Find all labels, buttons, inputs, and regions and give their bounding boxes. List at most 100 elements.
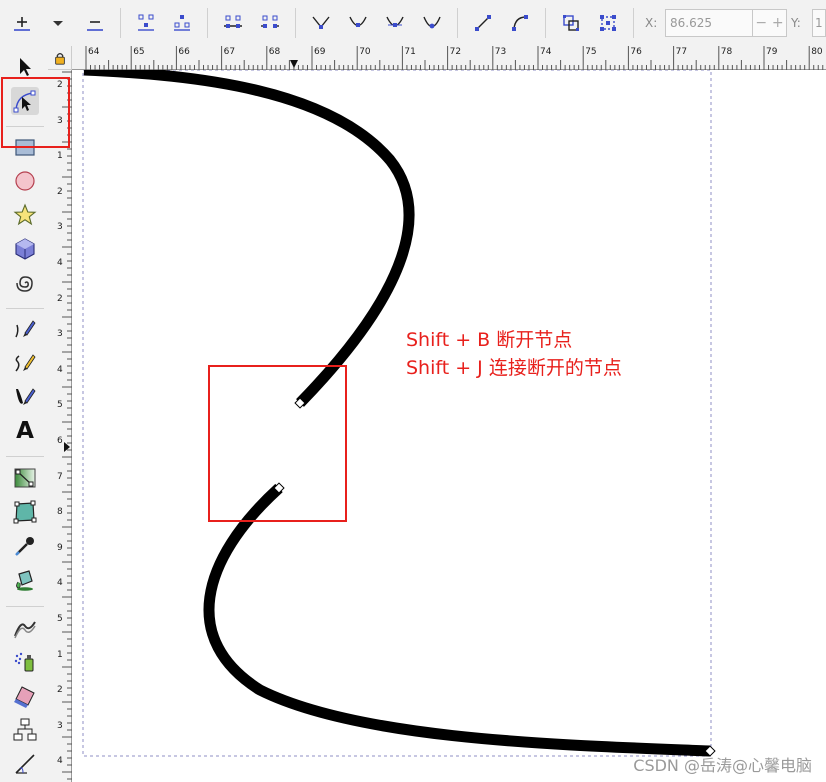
smooth-node-button[interactable] [345, 9, 371, 37]
break-path-button[interactable] [169, 9, 195, 37]
paint-bucket-tool[interactable] [11, 566, 39, 594]
pencil-icon [15, 354, 36, 372]
ruler-label: 1 [57, 649, 63, 660]
gradient-tool[interactable] [11, 464, 39, 492]
eraser-tool[interactable] [11, 682, 39, 710]
object-to-path-button[interactable] [558, 9, 584, 37]
join-nodes-icon [138, 14, 154, 31]
horizontal-ruler[interactable]: 64 65 66 67 68 69 70 71 72 73 74 75 76 77 78 79 80 [72, 46, 826, 70]
auto-smooth-node-button[interactable] [419, 9, 445, 37]
ruler-label: 3 [57, 720, 63, 731]
curve-segment-icon [512, 15, 528, 31]
ruler-label: 3 [57, 329, 63, 340]
arrow-cursor-icon [20, 58, 31, 76]
chevron-down-icon [53, 21, 63, 26]
star-tool[interactable] [11, 201, 39, 229]
ruler-label: 5 [57, 400, 63, 411]
upper-path-segment[interactable] [83, 70, 415, 407]
symmetric-node-button[interactable] [382, 9, 408, 37]
ruler-label: 7 [57, 471, 63, 482]
ruler-label: 66 [178, 47, 190, 57]
ruler-label: 67 [223, 47, 236, 57]
measure-tool[interactable] [11, 750, 39, 778]
ruler-label: 68 [268, 47, 281, 57]
watermark: CSDN @岳涛@心馨电脑 [633, 756, 812, 775]
insert-node-icon [14, 17, 30, 31]
3d-box-tool[interactable] [11, 235, 39, 263]
cusp-node-button[interactable] [308, 9, 334, 37]
ruler-label: 64 [88, 47, 100, 57]
delete-segment-icon [261, 15, 279, 28]
dropper-tool[interactable] [11, 532, 39, 560]
ruler-label: 4 [57, 258, 63, 268]
spiral-tool[interactable] [11, 269, 39, 297]
node-toolbar: X: − + Y: [0, 0, 826, 47]
insert-dropdown-button[interactable] [45, 9, 71, 37]
ruler-label: 74 [540, 47, 552, 57]
line-segment-icon [475, 15, 491, 31]
eraser-icon [14, 686, 35, 708]
y-coordinate-label: Y: [791, 16, 801, 30]
star-icon [13, 203, 37, 226]
connector-icon [13, 718, 37, 741]
measure-icon [15, 754, 35, 774]
ruler-label: 2 [57, 186, 63, 197]
segment-to-curve-button[interactable] [507, 9, 533, 37]
ruler-label: 73 [494, 47, 507, 57]
tweak-tool[interactable] [11, 614, 39, 642]
ellipse-tool[interactable] [11, 167, 39, 195]
drawing-canvas[interactable] [72, 70, 826, 782]
object-to-path-icon [563, 15, 579, 31]
3d-box-icon [15, 238, 35, 260]
vertical-ruler[interactable]: 23123423456789451234 [48, 70, 72, 782]
text-tool[interactable]: A [11, 417, 39, 445]
segment-to-line-button[interactable] [470, 9, 496, 37]
pencil-tool[interactable] [11, 349, 39, 377]
canvas-drawing [82, 70, 716, 757]
dropper-icon [15, 537, 34, 556]
delete-segment-button[interactable] [257, 9, 283, 37]
calligraphy-icon [16, 388, 36, 405]
calligraphy-tool[interactable] [11, 383, 39, 411]
delete-node-icon [87, 21, 103, 31]
symmetric-node-icon [386, 16, 404, 27]
break-path-icon [174, 15, 190, 31]
auto-smooth-node-icon [423, 16, 441, 29]
insert-node-button[interactable] [9, 9, 35, 37]
ruler-label: 3 [57, 222, 63, 233]
stroke-to-path-icon [600, 15, 616, 31]
toolbox: A [0, 46, 49, 782]
ruler-label: 77 [675, 47, 688, 57]
ruler-label: 1 [57, 151, 63, 162]
join-segment-button[interactable] [220, 9, 246, 37]
x-increment-button[interactable]: + [772, 15, 784, 31]
ruler-label: 72 [449, 47, 462, 57]
x-decrement-button[interactable]: − [755, 15, 767, 31]
ruler-label: 65 [133, 47, 145, 57]
ruler-label: 75 [585, 47, 597, 57]
ruler-label: 9 [57, 542, 63, 553]
ruler-label: 70 [359, 47, 371, 57]
x-coordinate-input[interactable] [665, 9, 753, 37]
spray-icon [14, 652, 34, 672]
annotation-line-1: Shift + B 断开节点 [406, 329, 573, 351]
break-point-highlight [208, 365, 347, 522]
ruler-label: 69 [314, 47, 326, 57]
guide-lock-button[interactable] [48, 46, 72, 70]
connector-tool[interactable] [11, 716, 39, 744]
annotation-line-2: Shift + J 连接断开的节点 [406, 357, 622, 379]
paint-bucket-icon [16, 570, 33, 591]
x-spin-buttons[interactable]: − + [753, 9, 787, 37]
lower-path-segment[interactable] [203, 483, 711, 757]
join-segment-icon [224, 15, 242, 28]
join-nodes-button[interactable] [133, 9, 159, 37]
x-coordinate-label: X: [645, 16, 658, 30]
spray-tool[interactable] [11, 648, 39, 676]
mesh-icon [13, 500, 37, 524]
y-coordinate-input[interactable] [812, 9, 826, 37]
ruler-label: 4 [57, 364, 63, 375]
pen-tool[interactable] [11, 315, 39, 343]
delete-node-button[interactable] [82, 9, 108, 37]
mesh-tool[interactable] [11, 498, 39, 526]
stroke-to-path-button[interactable] [595, 9, 621, 37]
